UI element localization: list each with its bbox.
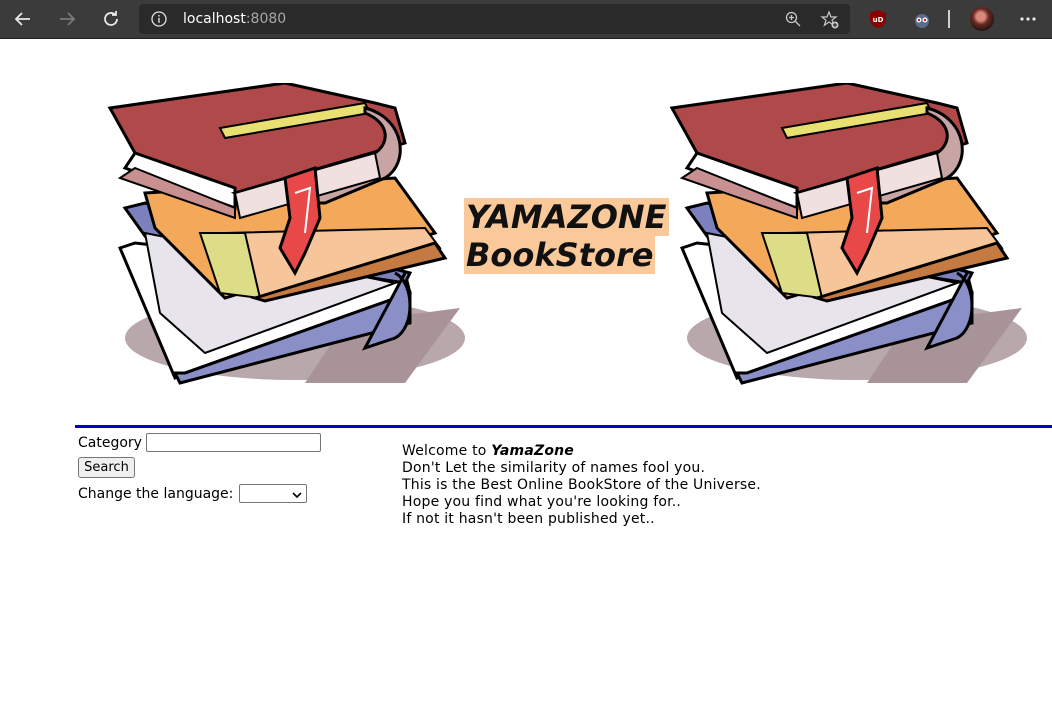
language-select[interactable]: [239, 484, 307, 503]
site-title: YAMAZONE BookStore: [464, 198, 669, 274]
url-port: :8080: [245, 11, 287, 27]
welcome-line2: Don't Let the similarity of names fool y…: [402, 460, 706, 476]
address-url[interactable]: localhost:8080: [183, 11, 286, 27]
category-input[interactable]: [146, 433, 321, 452]
header-divider: [75, 425, 1052, 428]
address-bar[interactable]: localhost:8080: [139, 4, 850, 34]
welcome-line3: This is the Best Online BookStore of the…: [402, 477, 761, 493]
category-label: Category: [78, 435, 142, 451]
forward-icon[interactable]: [54, 6, 80, 32]
search-button[interactable]: Search: [78, 457, 135, 478]
favorite-icon[interactable]: [820, 10, 840, 34]
welcome-message: Welcome to YamaZone Don't Let the simila…: [402, 443, 761, 528]
toolbar-separator: [948, 10, 950, 28]
refresh-icon[interactable]: [98, 6, 124, 32]
welcome-line4: Hope you find what you're looking for..: [402, 494, 682, 510]
svg-text:uD: uD: [873, 16, 884, 24]
language-label: Change the language:: [78, 486, 234, 502]
back-icon[interactable]: [10, 6, 36, 32]
welcome-line1: Welcome to YamaZone: [402, 443, 761, 460]
url-host: localhost: [183, 11, 246, 27]
info-icon[interactable]: [151, 11, 167, 27]
welcome-brand: YamaZone: [491, 443, 574, 459]
more-icon[interactable]: [1018, 9, 1038, 33]
books-clipart-left: [105, 81, 465, 393]
books-clipart-right: [667, 81, 1027, 393]
site-title-line2: BookStore: [464, 236, 656, 274]
welcome-line5: If not it hasn't been published yet..: [402, 511, 655, 527]
extension-icon[interactable]: [912, 9, 932, 29]
site-title-line1: YAMAZONE: [464, 198, 669, 236]
chevron-down-icon: [292, 488, 302, 504]
zoom-icon[interactable]: [785, 11, 801, 31]
browser-toolbar: localhost:8080 uD: [0, 0, 1052, 39]
ublock-icon[interactable]: uD: [868, 9, 888, 29]
profile-avatar[interactable]: [970, 7, 994, 31]
welcome-prefix: Welcome to: [402, 443, 492, 459]
